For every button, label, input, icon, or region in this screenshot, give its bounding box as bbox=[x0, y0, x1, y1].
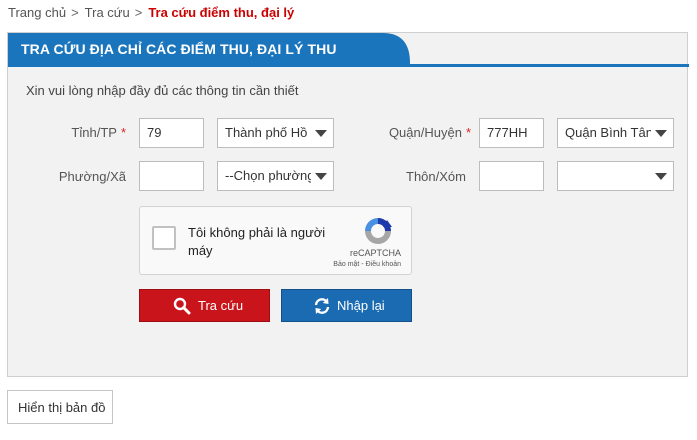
province-label: Tỉnh/TP * bbox=[71, 125, 126, 140]
required-mark: * bbox=[120, 125, 126, 140]
instruction-text: Xin vui lòng nhập đầy đủ các thông tin c… bbox=[26, 83, 299, 98]
breadcrumb-current: Tra cứu điểm thu, đại lý bbox=[148, 5, 295, 20]
district-select-value: Quận Bình Tân bbox=[565, 125, 653, 140]
show-map-button[interactable]: Hiển thị bản đồ bbox=[7, 390, 113, 424]
chevron-down-icon bbox=[655, 130, 667, 137]
chevron-down-icon bbox=[655, 173, 667, 180]
hamlet-select[interactable] bbox=[557, 161, 674, 191]
reset-button-label: Nhập lại bbox=[337, 298, 385, 313]
recaptcha-brand: reCAPTCHA bbox=[349, 248, 401, 258]
recaptcha-widget: Tôi không phải là người máy reCAPTCHA Bả… bbox=[139, 206, 412, 275]
search-button[interactable]: Tra cứu bbox=[139, 289, 270, 322]
search-button-label: Tra cứu bbox=[198, 298, 244, 313]
required-mark: * bbox=[465, 125, 471, 140]
province-select[interactable]: Thành phố Hồ Chí Minh bbox=[217, 118, 334, 148]
province-code-input[interactable]: 79 bbox=[139, 118, 204, 148]
ward-label: Phường/Xã bbox=[58, 169, 126, 184]
ward-select-arrow-area bbox=[311, 162, 333, 190]
ward-code-input[interactable] bbox=[139, 161, 204, 191]
hamlet-label: Thôn/Xóm bbox=[406, 169, 466, 184]
panel-title: TRA CỨU ĐỊA CHỈ CÁC ĐIỂM THU, ĐẠI LÝ THU bbox=[21, 41, 337, 57]
hamlet-select-arrow-area bbox=[651, 162, 673, 190]
hamlet-code-input[interactable] bbox=[479, 161, 544, 191]
district-select-arrow-area bbox=[651, 119, 673, 147]
search-icon bbox=[173, 297, 191, 315]
district-select[interactable]: Quận Bình Tân bbox=[557, 118, 674, 148]
panel-header: TRA CỨU ĐỊA CHỈ CÁC ĐIỂM THU, ĐẠI LÝ THU bbox=[8, 33, 689, 67]
recaptcha-logo-icon bbox=[365, 218, 392, 244]
refresh-icon bbox=[314, 298, 330, 314]
breadcrumb-home-link[interactable]: Trang chủ bbox=[8, 5, 66, 20]
district-label-text: Quận/Huyện bbox=[388, 125, 462, 140]
district-code-input[interactable]: 777HH bbox=[479, 118, 544, 148]
breadcrumb: Trang chủ > Tra cứu > Tra cứu điểm thu, đại … bbox=[8, 5, 294, 20]
breadcrumb-separator: > bbox=[71, 5, 79, 20]
chevron-down-icon bbox=[315, 130, 327, 137]
reset-button[interactable]: Nhập lại bbox=[281, 289, 412, 322]
recaptcha-privacy-terms-links[interactable]: Bảo mật - Điều khoản bbox=[333, 261, 401, 268]
lookup-panel: TRA CỨU ĐỊA CHỈ CÁC ĐIỂM THU, ĐẠI LÝ THU… bbox=[7, 32, 689, 377]
show-map-button-label: Hiển thị bản đồ bbox=[18, 400, 106, 415]
ward-select[interactable]: --Chọn phường/xã-- bbox=[217, 161, 334, 191]
chevron-down-icon bbox=[315, 173, 327, 180]
province-label-text: Tỉnh/TP bbox=[71, 125, 117, 140]
province-select-arrow-area bbox=[311, 119, 333, 147]
breadcrumb-separator: > bbox=[134, 5, 143, 20]
recaptcha-checkbox[interactable] bbox=[152, 226, 176, 250]
district-label: Quận/Huyện * bbox=[389, 125, 471, 140]
recaptcha-label: Tôi không phải là người máy bbox=[188, 225, 326, 258]
breadcrumb-lookup-link[interactable]: Tra cứu bbox=[85, 5, 130, 20]
